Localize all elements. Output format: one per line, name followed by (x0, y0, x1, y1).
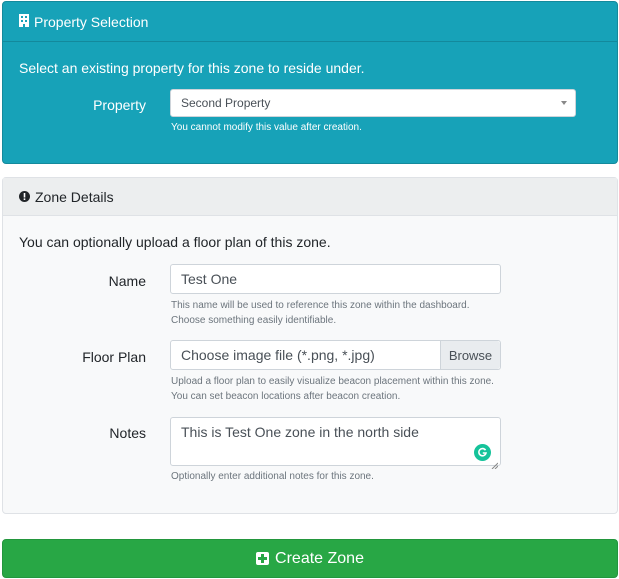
floor-plan-file-input[interactable]: Choose image file (*.png, *.jpg) Browse (170, 340, 501, 370)
property-label: Property (93, 97, 146, 113)
info-circle-icon (19, 189, 30, 205)
zone-intro: You can optionally upload a floor plan o… (19, 234, 331, 250)
property-help: You cannot modify this value after creat… (171, 122, 362, 133)
create-zone-label: Create Zone (275, 549, 364, 567)
building-icon (19, 13, 29, 30)
resize-handle-icon[interactable] (491, 456, 499, 470)
name-input[interactable]: Test One (170, 264, 501, 294)
name-input-value: Test One (181, 271, 238, 287)
property-intro: Select an existing property for this zon… (19, 60, 365, 76)
property-select[interactable]: Second Property (170, 89, 576, 117)
floor-plan-placeholder: Choose image file (*.png, *.jpg) (181, 347, 375, 363)
notes-help: Optionally enter additional notes for th… (171, 471, 374, 482)
notes-textarea[interactable]: This is Test One zone in the north side (170, 417, 501, 470)
grammarly-icon[interactable] (474, 444, 491, 461)
property-selection-header: Property Selection (3, 2, 617, 42)
zone-details-header: Zone Details (3, 178, 617, 216)
floor-plan-help-line-1: Upload a floor plan to easily visualize … (171, 376, 494, 387)
notes-label: Notes (109, 425, 146, 441)
zone-details-title: Zone Details (35, 188, 114, 205)
floor-plan-help-line-2: You can set beacon locations after beaco… (171, 391, 401, 402)
name-help-line-1: This name will be used to reference this… (171, 300, 470, 311)
chevron-down-icon (561, 101, 567, 105)
property-selection-card: Property Selection Select an existing pr… (2, 1, 618, 164)
name-help: This name will be used to reference this… (171, 298, 470, 328)
browse-button[interactable]: Browse (440, 341, 500, 369)
name-help-line-2: Choose something easily identifiable. (171, 315, 337, 326)
create-zone-button[interactable]: Create Zone (2, 539, 618, 578)
property-select-value: Second Property (181, 96, 271, 110)
floor-plan-label: Floor Plan (82, 349, 146, 365)
property-selection-title: Property Selection (34, 13, 149, 30)
name-label: Name (108, 273, 146, 289)
floor-plan-help: Upload a floor plan to easily visualize … (171, 374, 494, 404)
plus-square-icon (256, 552, 270, 565)
notes-value: This is Test One zone in the north side (181, 424, 419, 440)
zone-details-card: Zone Details You can optionally upload a… (2, 177, 618, 514)
